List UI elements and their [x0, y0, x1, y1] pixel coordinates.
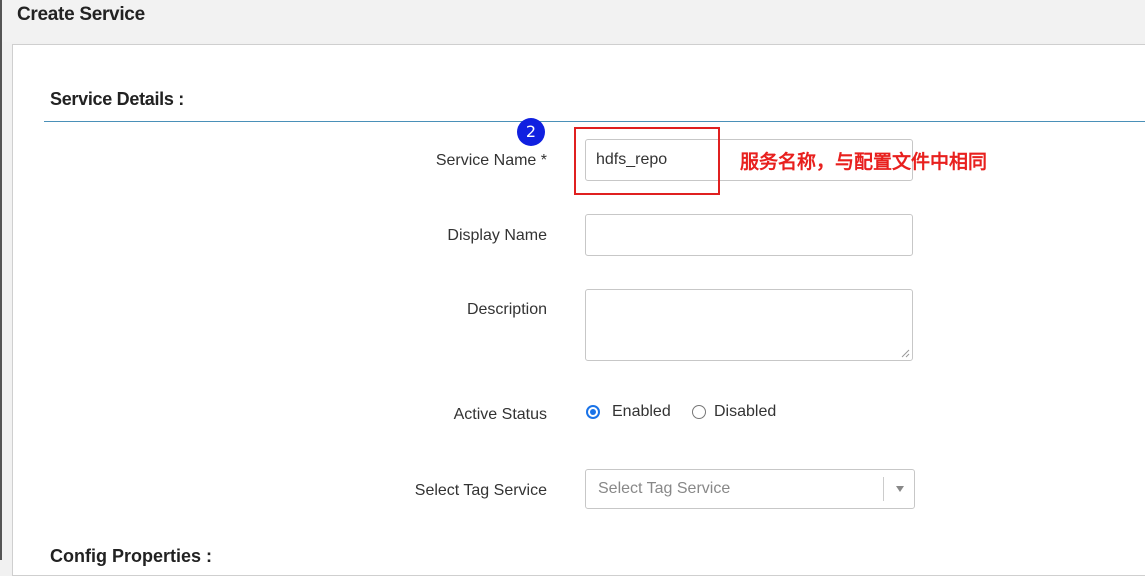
- tag-service-label: Select Tag Service: [414, 482, 547, 499]
- service-name-label: Service Name *: [435, 152, 547, 169]
- display-name-input[interactable]: [585, 214, 913, 256]
- display-name-label: Display Name: [447, 227, 547, 244]
- tag-service-placeholder: Select Tag Service: [598, 480, 731, 497]
- window-left-border: [0, 0, 2, 560]
- form-panel: [12, 44, 1145, 576]
- resize-grip-icon[interactable]: [900, 348, 910, 358]
- chevron-down-icon[interactable]: [896, 486, 904, 492]
- description-label: Description: [466, 301, 547, 318]
- annotation-text: 服务名称，与配置文件中相同: [740, 151, 988, 173]
- radio-enabled[interactable]: [586, 405, 600, 419]
- step-badge: 2: [517, 118, 545, 146]
- page-title: Create Service: [17, 4, 145, 25]
- tag-service-select[interactable]: Select Tag Service: [585, 469, 915, 509]
- config-properties-heading: Config Properties :: [50, 546, 213, 566]
- radio-disabled[interactable]: [692, 405, 706, 419]
- radio-enabled-label[interactable]: Enabled: [612, 403, 671, 421]
- active-status-label: Active Status: [453, 406, 547, 423]
- page-header: Create Service: [0, 0, 1145, 42]
- highlight-box: [574, 127, 720, 195]
- section-divider: [44, 121, 1145, 122]
- select-divider: [883, 477, 884, 501]
- section-title: Service Details :: [50, 89, 184, 109]
- radio-disabled-label[interactable]: Disabled: [714, 403, 776, 421]
- description-textarea[interactable]: [585, 289, 913, 361]
